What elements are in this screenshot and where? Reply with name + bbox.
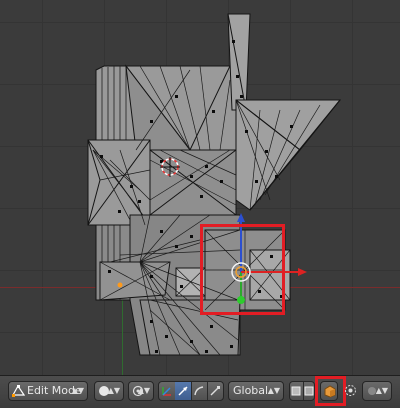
chevron-down-icon: ▲▼ [375, 386, 388, 395]
scale-icon [210, 386, 220, 396]
viewport-header: Edit Mode ▲▼ ▲▼ ▲▼ Global ▲▼ ▲▼ [0, 375, 400, 408]
mesh-scene[interactable] [0, 0, 400, 375]
edit-mode-icon [12, 384, 25, 397]
manipulator-group [158, 381, 224, 401]
manipulator-icon [162, 387, 171, 396]
orientation-label: Global [233, 384, 269, 397]
mode-dropdown[interactable]: Edit Mode ▲▼ [8, 381, 88, 401]
chevron-down-icon: ▲▼ [107, 386, 120, 395]
select-mode-group [289, 381, 315, 401]
translate-icon [178, 386, 188, 396]
origin-dot [117, 282, 123, 288]
snap-element-dropdown[interactable]: ▲▼ [362, 381, 392, 401]
translate-toggle[interactable] [175, 382, 192, 400]
chevron-down-icon: ▲▼ [137, 386, 150, 395]
chevron-down-icon: ▲▼ [71, 386, 84, 395]
3d-viewport[interactable] [0, 0, 400, 375]
rotate-toggle[interactable] [191, 382, 208, 400]
mesh-object[interactable] [87, 13, 342, 356]
rotate-icon [194, 386, 204, 396]
viewport-shading-dropdown[interactable]: ▲▼ [94, 381, 124, 401]
chevron-down-icon: ▲▼ [267, 386, 280, 395]
vertex-select-toggle[interactable] [290, 382, 304, 400]
proportional-edit-toggle[interactable] [344, 381, 358, 401]
scale-toggle[interactable] [207, 382, 223, 400]
edge-select-icon [304, 386, 314, 396]
pivot-point-dropdown[interactable]: ▲▼ [128, 381, 154, 401]
proportional-edit-icon [345, 385, 356, 396]
manipulator-toggle[interactable] [159, 382, 176, 400]
transform-orientation-dropdown[interactable]: Global ▲▼ [228, 381, 284, 401]
vertex-select-icon [291, 386, 301, 396]
header-highlight-box [315, 376, 346, 406]
